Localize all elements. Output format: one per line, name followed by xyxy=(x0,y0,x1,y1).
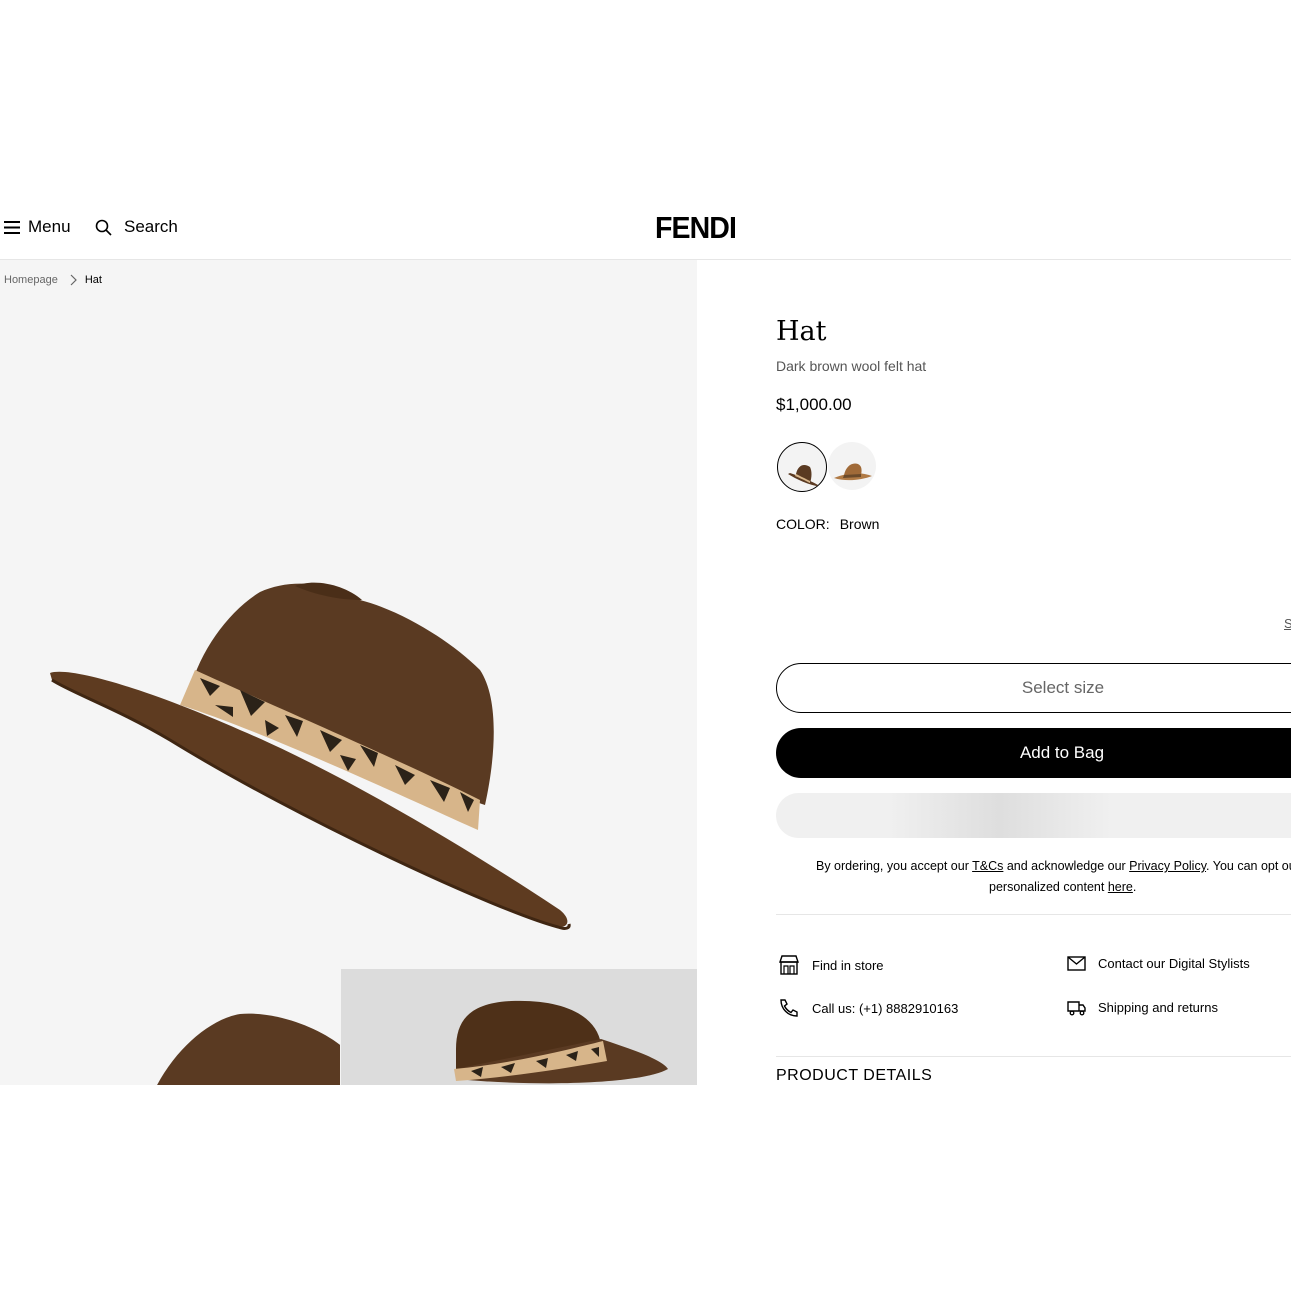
brand-logo[interactable]: FENDI xyxy=(655,210,737,246)
personalized-content-link[interactable]: here xyxy=(1108,880,1133,894)
color-swatch-tan[interactable] xyxy=(828,442,876,490)
product-title: Hat xyxy=(776,316,827,347)
privacy-policy-link[interactable]: Privacy Policy xyxy=(1129,859,1206,873)
product-gallery: Homepage Hat xyxy=(0,260,697,1085)
chevron-right-icon xyxy=(70,274,77,286)
size-guide-link[interactable]: S xyxy=(1284,616,1291,631)
legal-line2-suffix: . xyxy=(1132,880,1137,894)
product-subtitle: Dark brown wool felt hat xyxy=(776,358,927,374)
express-checkout-placeholder xyxy=(776,793,1291,838)
select-size-button[interactable]: Select size xyxy=(776,663,1291,713)
phone-icon xyxy=(780,999,798,1017)
thumbnail-image xyxy=(157,1013,340,1085)
legal-prefix: By ordering, you accept our xyxy=(816,859,973,873)
product-details-heading[interactable]: PRODUCT DETAILS xyxy=(776,1067,932,1085)
menu-button[interactable]: Menu xyxy=(4,217,71,237)
call-us-label: Call us: (+1) 8882910163 xyxy=(812,1000,959,1016)
color-label: COLOR: xyxy=(776,516,830,532)
legal-mid: and acknowledge our xyxy=(1003,859,1130,873)
hamburger-icon xyxy=(4,220,20,234)
select-size-label: Select size xyxy=(1021,678,1105,697)
color-swatch-brown[interactable] xyxy=(777,442,827,492)
shipping-returns-link[interactable]: Shipping and returns xyxy=(1067,999,1218,1016)
contact-stylists-link[interactable]: Contact our Digital Stylists xyxy=(1067,956,1250,971)
swatch-hat-image xyxy=(834,463,872,481)
search-button[interactable]: Search xyxy=(95,217,178,237)
product-price: $1,000.00 xyxy=(776,395,852,414)
legal-notice: By ordering, you accept our T&Cs and ack… xyxy=(816,856,1291,898)
divider xyxy=(776,1056,1291,1057)
main-product-image[interactable] xyxy=(0,260,697,968)
menu-label: Menu xyxy=(28,217,71,236)
legal-suffix: . You can opt ou xyxy=(1206,859,1291,873)
color-value: Brown xyxy=(839,516,880,532)
breadcrumb: Homepage Hat xyxy=(4,274,102,286)
page-viewport: Menu Search FENDI Homepage Hat Hat Dark … xyxy=(0,196,1291,1085)
divider xyxy=(776,914,1291,915)
tcs-link[interactable]: T&Cs xyxy=(972,859,1003,873)
find-in-store-link[interactable]: Find in store xyxy=(778,955,884,975)
color-selection-label: COLOR: Brown xyxy=(776,516,879,532)
breadcrumb-home[interactable]: Homepage xyxy=(4,274,58,286)
find-in-store-label: Find in store xyxy=(812,957,884,973)
legal-line2-prefix: personalized content xyxy=(989,880,1108,894)
search-icon xyxy=(95,219,112,236)
swatch-hat-image xyxy=(788,465,822,487)
breadcrumb-current: Hat xyxy=(84,274,102,286)
add-to-bag-button[interactable]: Add to Bag xyxy=(776,728,1291,778)
call-us-link[interactable]: Call us: (+1) 8882910163 xyxy=(778,998,958,1018)
shipping-returns-label: Shipping and returns xyxy=(1098,1000,1218,1015)
add-to-bag-label: Add to Bag xyxy=(1019,743,1105,762)
contact-stylists-label: Contact our Digital Stylists xyxy=(1098,956,1250,971)
gallery-thumbnail[interactable] xyxy=(0,969,340,1085)
truck-icon xyxy=(1067,1001,1086,1016)
mail-icon xyxy=(1067,956,1086,971)
site-header: Menu Search FENDI xyxy=(0,196,1291,260)
gallery-thumbnail[interactable] xyxy=(341,969,697,1085)
thumbnail-image xyxy=(454,1000,668,1084)
product-info-panel: Hat Dark brown wool felt hat $1,000.00 C… xyxy=(776,260,1291,1085)
store-icon xyxy=(779,955,799,975)
search-label: Search xyxy=(124,217,178,236)
